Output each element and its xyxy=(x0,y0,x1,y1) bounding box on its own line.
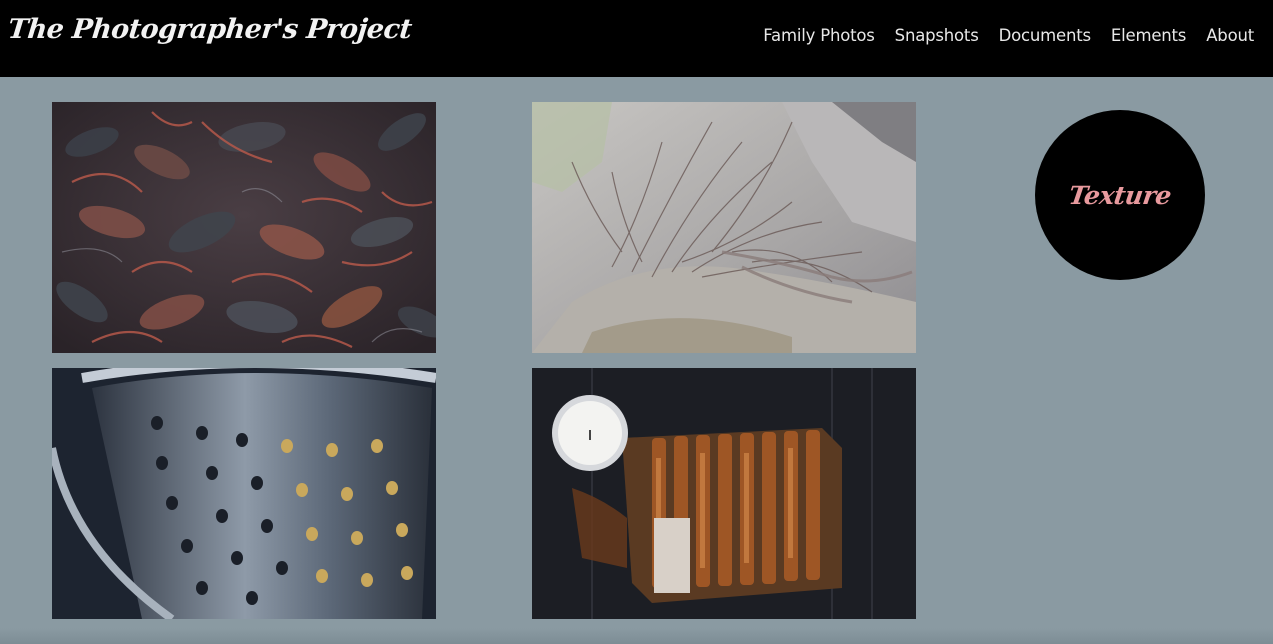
main-nav: Family Photos Snapshots Documents Elemen… xyxy=(763,26,1254,45)
nav-item-elements[interactable]: Elements xyxy=(1111,26,1187,45)
top-navigation-bar: The Photographer's Project Family Photos… xyxy=(0,0,1273,77)
nav-item-about[interactable]: About xyxy=(1206,26,1254,45)
nav-item-family-photos[interactable]: Family Photos xyxy=(763,26,875,45)
boiler-image xyxy=(532,368,916,619)
texture-category-badge[interactable]: Texture xyxy=(1035,110,1205,280)
strainer-image xyxy=(52,368,436,619)
gallery-photo-crawfish[interactable] xyxy=(52,102,436,353)
gallery-photo-strainer[interactable] xyxy=(52,368,436,619)
nav-item-documents[interactable]: Documents xyxy=(999,26,1091,45)
texture-label: Texture xyxy=(1067,180,1173,210)
gallery-photo-boiler[interactable] xyxy=(532,368,916,619)
roots-image xyxy=(532,102,916,353)
crawfish-image xyxy=(52,102,436,353)
gallery-photo-roots[interactable] xyxy=(532,102,916,353)
page-bottom-shade xyxy=(0,628,1273,644)
nav-item-snapshots[interactable]: Snapshots xyxy=(895,26,979,45)
site-title-link[interactable]: The Photographer's Project xyxy=(6,14,413,45)
